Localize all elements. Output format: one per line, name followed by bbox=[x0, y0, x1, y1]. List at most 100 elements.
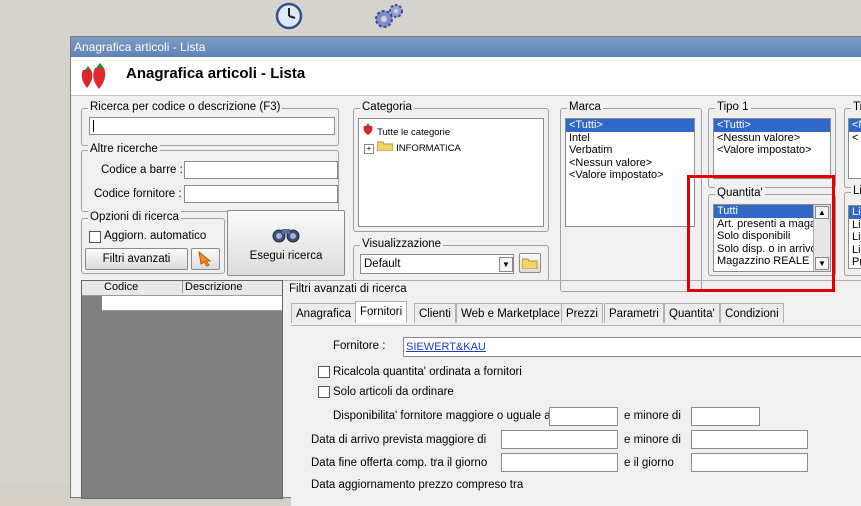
visualizzazione-group: Visualizzazione Default ▼ bbox=[353, 238, 549, 281]
window-titlebar[interactable]: Anagrafica articoli - Lista bbox=[71, 37, 861, 57]
grid-header: Codice Descrizione bbox=[82, 281, 282, 296]
tipo2-item[interactable]: < bbox=[849, 132, 861, 145]
search-options-label: Opzioni di ricerca bbox=[88, 211, 181, 223]
binoculars-icon bbox=[272, 229, 300, 243]
tab-quantita[interactable]: Quantita' bbox=[664, 303, 720, 323]
strawberry-icon bbox=[77, 62, 115, 93]
data-arrivo-label: Data di arrivo prevista maggiore di bbox=[311, 434, 487, 446]
tipo1-item[interactable]: <Valore impostato> bbox=[714, 144, 830, 157]
fornitore-input[interactable]: SIEWERT&KAU bbox=[403, 337, 861, 357]
tab-clienti[interactable]: Clienti bbox=[414, 303, 456, 323]
arrow-filter-icon bbox=[197, 250, 211, 267]
data-fine-min-input[interactable] bbox=[501, 453, 618, 472]
altre-ricerche-label: Altre ricerche bbox=[88, 143, 160, 155]
categoria-group: Categoria Tutte le categorie + INFORMATI… bbox=[353, 101, 549, 232]
table-row[interactable] bbox=[102, 296, 282, 311]
highlight-box bbox=[687, 175, 835, 292]
data-fine-label: Data fine offerta comp. tra il giorno bbox=[311, 457, 488, 469]
tipo1-list[interactable]: <Tutti> <Nessun valore> <Valore impostat… bbox=[713, 118, 831, 179]
execute-search-label: Esegui ricerca bbox=[249, 250, 323, 262]
solo-articoli-checkbox[interactable] bbox=[318, 386, 330, 398]
advanced-tabs: Anagrafica Fornitori Clienti Web e Marke… bbox=[283, 301, 861, 325]
search-group: Ricerca per codice o descrizione (F3) bbox=[81, 101, 339, 146]
marca-list[interactable]: <Tutti> Intel Verbatim <Nessun valore> <… bbox=[565, 118, 695, 227]
tab-parametri[interactable]: Parametri bbox=[604, 303, 664, 323]
article-grid[interactable]: Codice Descrizione bbox=[81, 280, 283, 499]
data-fine-max-input[interactable] bbox=[691, 453, 808, 472]
marca-group: Marca <Tutti> Intel Verbatim <Nessun val… bbox=[560, 101, 702, 292]
tree-item-informatica[interactable]: + INFORMATICA bbox=[359, 140, 543, 156]
tipo1-item[interactable]: <Tutti> bbox=[714, 119, 830, 132]
listino-item[interactable]: List bbox=[849, 219, 861, 232]
column-codice[interactable]: Codice bbox=[104, 281, 138, 293]
folder-open-icon bbox=[521, 258, 538, 270]
tree-item-all[interactable]: Tutte le categorie bbox=[359, 119, 543, 140]
open-view-button[interactable] bbox=[519, 253, 541, 273]
listino-item[interactable]: List bbox=[849, 206, 861, 219]
category-tree[interactable]: Tutte le categorie + INFORMATICA bbox=[358, 118, 544, 227]
disponibilita-label: Disponibilita' fornitore maggiore o ugua… bbox=[333, 410, 551, 422]
auto-update-label: Aggiorn. automatico bbox=[104, 230, 207, 242]
fornitore-label: Fornitore : bbox=[333, 340, 386, 352]
listino-list[interactable]: List List List List Pro bbox=[848, 205, 861, 269]
data-aggiornamento-label: Data aggiornamento prezzo compreso tra bbox=[311, 479, 524, 491]
search-input[interactable] bbox=[89, 117, 335, 135]
listino-item[interactable]: List bbox=[849, 231, 861, 244]
ricalcola-checkbox[interactable] bbox=[318, 366, 330, 378]
categoria-label: Categoria bbox=[360, 101, 414, 113]
altre-ricerche-group: Altre ricerche Codice a barre : Codice f… bbox=[81, 143, 339, 212]
expand-plus-icon[interactable]: + bbox=[364, 143, 374, 154]
marca-item[interactable]: <Valore impostato> bbox=[566, 169, 694, 182]
tipo2-label: Tip bbox=[851, 101, 861, 113]
barcode-input[interactable] bbox=[184, 161, 338, 179]
column-descrizione[interactable]: Descrizione bbox=[182, 281, 242, 293]
search-options-group: Opzioni di ricerca Aggiorn. automatico F… bbox=[81, 211, 225, 274]
tab-anagrafica[interactable]: Anagrafica bbox=[291, 303, 356, 323]
tab-condizioni[interactable]: Condizioni bbox=[720, 303, 784, 323]
tipo2-item[interactable]: <N bbox=[849, 119, 861, 132]
strawberry-small-icon bbox=[363, 123, 373, 135]
data-arrivo-max-input[interactable] bbox=[691, 430, 808, 449]
listino-group: List List List List List Pro bbox=[844, 185, 861, 276]
tab-web-marketplace[interactable]: Web e Marketplace bbox=[456, 303, 565, 323]
gears-icon[interactable] bbox=[373, 2, 403, 30]
ricalcola-label: Ricalcola quantita' ordinata a fornitori bbox=[333, 366, 522, 378]
tipo2-group: Tip <N < bbox=[844, 101, 861, 188]
disponibilita-min-input[interactable] bbox=[549, 407, 618, 426]
tab-fornitori[interactable]: Fornitori bbox=[355, 301, 408, 323]
e-minore-di-label: e minore di bbox=[624, 434, 681, 446]
search-label: Ricerca per codice o descrizione (F3) bbox=[88, 101, 283, 113]
marca-label: Marca bbox=[567, 101, 603, 113]
disponibilita-max-input[interactable] bbox=[691, 407, 760, 426]
execute-search-button[interactable]: Esegui ricerca bbox=[227, 210, 345, 276]
listino-item[interactable]: Pro bbox=[849, 256, 861, 269]
barcode-label: Codice a barre : bbox=[101, 164, 183, 176]
view-select[interactable]: Default bbox=[360, 254, 514, 274]
view-dropdown-icon[interactable]: ▼ bbox=[499, 257, 513, 272]
e-minore-di-label: e minore di bbox=[624, 410, 681, 422]
data-arrivo-min-input[interactable] bbox=[501, 430, 618, 449]
supplier-code-label: Codice fornitore : bbox=[94, 188, 182, 200]
marca-item[interactable]: Verbatim bbox=[566, 144, 694, 157]
supplier-code-input[interactable] bbox=[184, 185, 338, 203]
tipo1-item[interactable]: <Nessun valore> bbox=[714, 132, 830, 145]
window-header: Anagrafica articoli - Lista bbox=[71, 57, 861, 96]
clock-icon[interactable] bbox=[275, 2, 303, 30]
page-title: Anagrafica articoli - Lista bbox=[126, 65, 306, 82]
e-il-giorno-label: e il giorno bbox=[624, 457, 674, 469]
solo-articoli-label: Solo articoli da ordinare bbox=[333, 386, 454, 398]
window-title: Anagrafica articoli - Lista bbox=[74, 40, 206, 54]
tipo1-label: Tipo 1 bbox=[715, 101, 751, 113]
filter-arrow-button[interactable] bbox=[191, 248, 220, 270]
advanced-filters-label: Filtri avanzati di ricerca bbox=[289, 283, 407, 295]
tipo2-list[interactable]: <N < bbox=[848, 118, 861, 179]
listino-label: List bbox=[851, 185, 861, 197]
auto-update-checkbox[interactable] bbox=[89, 231, 101, 243]
tab-prezzi[interactable]: Prezzi bbox=[561, 303, 603, 323]
marca-item[interactable]: <Tutti> bbox=[566, 119, 694, 132]
marca-item[interactable]: Intel bbox=[566, 132, 694, 145]
visualizzazione-label: Visualizzazione bbox=[360, 238, 444, 250]
marca-item[interactable]: <Nessun valore> bbox=[566, 157, 694, 170]
listino-item[interactable]: List bbox=[849, 244, 861, 257]
advanced-filters-button[interactable]: Filtri avanzati bbox=[85, 248, 188, 270]
